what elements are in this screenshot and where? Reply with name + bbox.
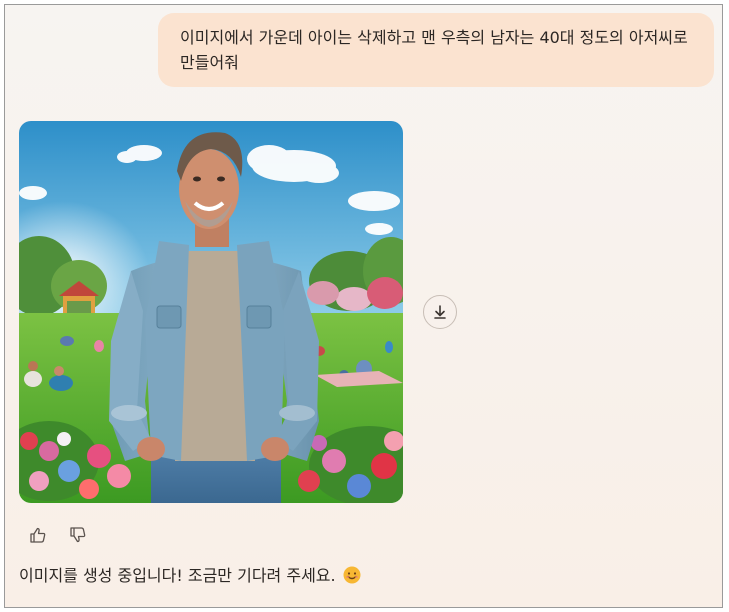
chat-window: 이미지에서 가운데 아이는 삭제하고 맨 우측의 남자는 40대 정도의 아저씨… [4, 4, 723, 608]
user-message-bubble: 이미지에서 가운데 아이는 삭제하고 맨 우측의 남자는 40대 정도의 아저씨… [158, 13, 714, 87]
assistant-message-text: 이미지를 생성 중입니다! 조금만 기다려 주세요. [19, 566, 336, 585]
assistant-message: 이미지를 생성 중입니다! 조금만 기다려 주세요. [19, 564, 361, 591]
feedback-actions [27, 524, 89, 546]
generated-image-illustration [19, 121, 403, 503]
smiling-face-icon [343, 566, 361, 591]
user-message-text: 이미지에서 가운데 아이는 삭제하고 맨 우측의 남자는 40대 정도의 아저씨… [180, 28, 688, 72]
download-button[interactable] [423, 295, 457, 329]
generated-image[interactable] [19, 121, 403, 503]
dislike-button[interactable] [67, 524, 89, 546]
thumbs-up-icon [30, 527, 46, 543]
thumbs-down-icon [70, 527, 86, 543]
download-icon [434, 305, 446, 319]
like-button[interactable] [27, 524, 49, 546]
